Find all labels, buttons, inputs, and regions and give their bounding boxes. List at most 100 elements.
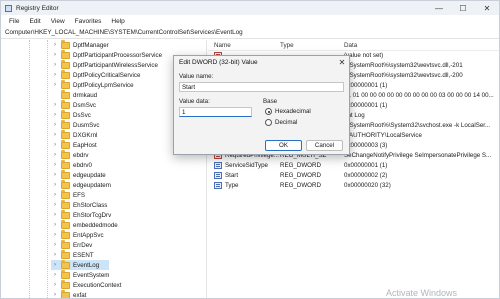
tree-item[interactable]: › exfat bbox=[51, 289, 86, 298]
value-data-cell: 0x00000003 (3) bbox=[344, 142, 388, 149]
tree-item-label: ebdrv0 bbox=[73, 161, 92, 169]
tree-item[interactable]: › EhStorTcgDrv bbox=[51, 209, 112, 220]
tree-item[interactable]: › ebdrv0 bbox=[51, 159, 92, 170]
tree-item[interactable]: › DusmSvc bbox=[51, 119, 99, 130]
folder-icon bbox=[61, 189, 70, 199]
tree-item-label: DptfParticipantProcessorService bbox=[73, 51, 163, 59]
chevron-right-icon[interactable]: › bbox=[51, 222, 59, 228]
value-row[interactable]: Start REG_DWORD 0x00000002 (2) bbox=[208, 172, 499, 182]
tree-item[interactable]: › EhStorClass bbox=[51, 199, 107, 210]
column-header-name[interactable]: Name bbox=[214, 42, 231, 49]
tree-item[interactable]: › ESENT bbox=[51, 249, 94, 260]
tree-item-label: EhStorTcgDrv bbox=[73, 211, 112, 219]
chevron-right-icon[interactable]: › bbox=[51, 162, 59, 168]
chevron-right-icon[interactable]: › bbox=[51, 212, 59, 218]
tree-item-label: edgeupdatem bbox=[73, 181, 111, 189]
folder-icon bbox=[61, 99, 70, 109]
chevron-right-icon[interactable]: › bbox=[51, 122, 59, 128]
dialog-close-icon[interactable]: ✕ bbox=[335, 58, 349, 67]
hexadecimal-radio[interactable]: Hexadecimal bbox=[265, 108, 311, 115]
chevron-right-icon[interactable]: › bbox=[51, 262, 59, 268]
tree-item[interactable]: › EventLog bbox=[51, 259, 109, 270]
menu-help[interactable]: Help bbox=[106, 18, 129, 25]
chevron-right-icon[interactable]: › bbox=[51, 62, 59, 68]
chevron-right-icon[interactable]: › bbox=[51, 182, 59, 188]
tree-item[interactable]: › DXGKrnl bbox=[51, 129, 97, 140]
tree-item-label: DsmSvc bbox=[73, 101, 97, 109]
chevron-right-icon[interactable]: › bbox=[51, 232, 59, 238]
value-name-label: Value name: bbox=[179, 73, 214, 80]
chevron-right-icon[interactable]: › bbox=[51, 192, 59, 198]
chevron-right-icon[interactable]: › bbox=[51, 202, 59, 208]
chevron-right-icon[interactable]: › bbox=[51, 252, 59, 258]
tree-item[interactable]: › ebdrv bbox=[51, 149, 88, 160]
chevron-right-icon[interactable]: › bbox=[51, 142, 59, 148]
column-header-type[interactable]: Type bbox=[280, 42, 294, 49]
chevron-right-icon[interactable]: › bbox=[51, 52, 59, 58]
menu-edit[interactable]: Edit bbox=[24, 18, 45, 25]
chevron-right-icon[interactable]: › bbox=[51, 42, 59, 48]
chevron-right-icon[interactable]: › bbox=[51, 152, 59, 158]
folder-icon bbox=[61, 40, 70, 49]
value-data-label: Value data: bbox=[179, 98, 210, 105]
close-button[interactable]: ✕ bbox=[475, 1, 499, 15]
title-bar: Registry Editor — ☐ ✕ bbox=[1, 1, 499, 15]
menu-favorites[interactable]: Favorites bbox=[70, 18, 107, 25]
tree-item[interactable]: › ErrDev bbox=[51, 239, 92, 250]
value-data-cell: 51 01 00 00 00 00 00 00 00 00 00 03 00 0… bbox=[344, 92, 494, 99]
folder-icon bbox=[61, 279, 70, 289]
binary-value-icon bbox=[214, 182, 222, 189]
chevron-right-icon[interactable]: › bbox=[51, 112, 59, 118]
chevron-right-icon[interactable]: › bbox=[51, 242, 59, 248]
folder-icon bbox=[61, 289, 70, 298]
tree-item[interactable]: › DsmSvc bbox=[51, 99, 97, 110]
tree-item[interactable]: › edgeupdate bbox=[51, 169, 106, 180]
folder-icon bbox=[61, 259, 70, 269]
menu-file[interactable]: File bbox=[4, 18, 24, 25]
decimal-radio[interactable]: Decimal bbox=[265, 119, 297, 126]
chevron-right-icon[interactable]: › bbox=[51, 272, 59, 278]
chevron-right-icon[interactable]: › bbox=[51, 102, 59, 108]
tree-item-label: ESENT bbox=[73, 251, 94, 259]
folder-icon bbox=[61, 239, 70, 249]
value-row[interactable]: ServiceSidType REG_DWORD 0x00000001 (1) bbox=[208, 162, 499, 172]
value-data-cell: %SystemRoot%\system32\wevtsvc.dll,-200 bbox=[344, 72, 463, 79]
chevron-right-icon[interactable]: › bbox=[51, 172, 59, 178]
tree-item[interactable]: › DptfPolicyCriticalService bbox=[51, 69, 141, 80]
value-type-cell: REG_DWORD bbox=[280, 162, 321, 169]
tree-item[interactable]: › DptfParticipantProcessorService bbox=[51, 49, 163, 60]
tree-item[interactable]: › DptfParticipantWirelessService bbox=[51, 59, 158, 70]
tree-guide-line bbox=[47, 40, 48, 298]
ok-button[interactable]: OK bbox=[265, 140, 302, 151]
chevron-right-icon[interactable]: › bbox=[51, 282, 59, 288]
address-bar[interactable]: Computer\HKEY_LOCAL_MACHINE\SYSTEM\Curre… bbox=[1, 27, 499, 39]
folder-icon bbox=[61, 209, 70, 219]
maximize-button[interactable]: ☐ bbox=[451, 1, 475, 15]
column-header-data[interactable]: Data bbox=[344, 42, 357, 49]
tree-item-label: DptfPolicyCriticalService bbox=[73, 71, 141, 79]
tree-item[interactable]: › edgeupdatem bbox=[51, 179, 111, 190]
chevron-right-icon[interactable]: › bbox=[51, 72, 59, 78]
value-row[interactable]: Type REG_DWORD 0x00000020 (32) bbox=[208, 182, 499, 192]
tree-item[interactable]: drmkaud bbox=[51, 89, 97, 100]
tree-item[interactable]: › DptfPolicyLpmService bbox=[51, 79, 134, 90]
tree-item[interactable]: › EapHost bbox=[51, 139, 97, 150]
tree-item[interactable]: › EntAppSvc bbox=[51, 229, 104, 240]
tree-item[interactable]: › DsSvc bbox=[51, 109, 91, 120]
tree-item[interactable]: › ExecutionContext bbox=[51, 279, 122, 290]
tree-item[interactable]: › embeddedmode bbox=[51, 219, 118, 230]
minimize-button[interactable]: — bbox=[427, 1, 451, 15]
value-data-field[interactable]: 1 bbox=[179, 107, 252, 117]
menu-view[interactable]: View bbox=[46, 18, 70, 25]
tree-item[interactable]: › DptfManager bbox=[51, 40, 109, 50]
chevron-right-icon[interactable]: › bbox=[51, 132, 59, 138]
tree-item-label: DptfParticipantWirelessService bbox=[73, 61, 158, 69]
value-name-field[interactable]: Start bbox=[179, 82, 344, 92]
cancel-button[interactable]: Cancel bbox=[306, 140, 343, 151]
tree-item[interactable]: › EFS bbox=[51, 189, 85, 200]
chevron-right-icon[interactable]: › bbox=[51, 292, 59, 298]
tree-item[interactable]: › EventSystem bbox=[51, 269, 109, 280]
binary-value-icon bbox=[214, 172, 222, 179]
chevron-right-icon[interactable]: › bbox=[51, 82, 59, 88]
tree-item-label: EventLog bbox=[73, 261, 100, 269]
